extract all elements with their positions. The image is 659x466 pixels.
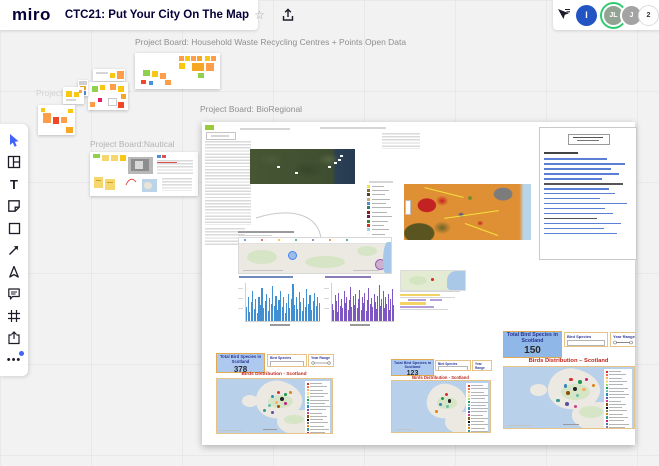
connection-line-tool[interactable] [0, 239, 28, 261]
links-document[interactable] [539, 127, 637, 260]
year-range-filter[interactable]: Year Range [472, 360, 492, 371]
templates-tool[interactable] [0, 151, 28, 173]
mini-board-5[interactable] [38, 105, 75, 135]
board-bioregional[interactable]: Total Bird Species in Scotland 378 Bird … [202, 122, 637, 445]
collaborator-cursors-icon[interactable] [556, 8, 571, 22]
doodle-arrow [125, 178, 137, 186]
mini-board-nautical[interactable] [90, 152, 198, 196]
link-lines [540, 158, 636, 238]
species-filter[interactable]: Bird Species [267, 354, 307, 367]
miro-logo[interactable]: miro [12, 5, 51, 25]
scotland-map-378[interactable] [216, 378, 333, 434]
scotland-map-150[interactable] [503, 366, 635, 429]
avatar-user-1[interactable]: I [576, 4, 597, 26]
more-tools[interactable]: ••• [0, 349, 28, 371]
pen-icon [9, 265, 19, 278]
select-tool[interactable] [0, 129, 28, 151]
frame-icon [8, 310, 20, 322]
year-range-filter[interactable]: Year Range [308, 354, 334, 367]
text-icon: T [10, 176, 18, 192]
mini-board-1[interactable] [93, 69, 125, 81]
map-title: Birds Distribution – Scotland [528, 358, 609, 364]
text-tool[interactable]: T [0, 173, 28, 195]
upload-tool[interactable] [0, 327, 28, 349]
tag-box [206, 132, 236, 140]
export-icon [282, 8, 294, 21]
export-button[interactable] [281, 8, 295, 22]
dashboard-header: Total Bird Species in Scotland [507, 332, 558, 344]
shape-tool[interactable] [0, 217, 28, 239]
templates-icon [7, 155, 21, 169]
comment-icon [8, 288, 20, 300]
google-map-image[interactable] [238, 237, 392, 274]
mini-board-4[interactable] [63, 87, 84, 104]
dashboard-header: Total Bird Species in Scotland [393, 361, 432, 370]
arrow-icon [9, 246, 18, 255]
sticky-note-icon [8, 200, 20, 212]
pen-tool[interactable] [0, 261, 28, 283]
upload-icon [8, 331, 20, 345]
year-range-filter[interactable]: Year Range [610, 332, 636, 347]
text-block [382, 133, 420, 149]
frame-tool[interactable] [0, 305, 28, 327]
top-bar: miro CTC21: Put Your City On The Map ☆ [0, 0, 294, 30]
cursor-icon [10, 133, 19, 147]
sticky-note-tool[interactable] [0, 195, 28, 217]
frame-label-bioregional[interactable]: Project Board: BioRegional [200, 104, 302, 114]
map-title: Birds Distribution - Scotland [241, 372, 307, 377]
bird-dashboard-150[interactable]: Total Bird Species in Scotland 150 Bird … [502, 330, 636, 429]
species-filter[interactable]: Bird Species [564, 332, 608, 347]
bird-dashboard-123[interactable]: Total Bird Species in Scotland 123 Bird … [390, 358, 492, 433]
photo-thumbnail [128, 157, 153, 174]
mini-board-household[interactable] [135, 53, 220, 89]
mini-board-2[interactable] [88, 82, 128, 110]
satellite-map-image[interactable] [250, 149, 355, 184]
notification-dot [19, 351, 24, 356]
favorite-star-icon[interactable]: ☆ [254, 8, 265, 22]
miro-canvas[interactable]: Project Board: Household Waste Recycling… [0, 0, 659, 466]
dashboard-header: Total Bird Species in Scotland [219, 354, 262, 364]
presence-overflow-count[interactable]: 2 [638, 4, 659, 26]
presence-bar: I JL J 2 [553, 0, 659, 30]
square-shape-icon [8, 222, 20, 234]
species-count: 150 [524, 344, 541, 356]
purple-bar-chart[interactable] [324, 276, 396, 326]
bird-dashboard-378[interactable]: Total Bird Species in Scotland 378 Bird … [215, 352, 334, 434]
scotland-map-123[interactable] [391, 380, 491, 433]
bird-legend [305, 381, 330, 433]
board-title[interactable]: CTC21: Put Your City On The Map [65, 9, 249, 21]
blue-bar-chart[interactable] [238, 276, 320, 326]
frame-label-nautical[interactable]: Project Board:Nautical [90, 139, 175, 149]
ellipsis-icon: ••• [6, 354, 22, 366]
soil-legend [367, 181, 399, 235]
mini-map [142, 179, 157, 192]
map-data-panel[interactable] [400, 270, 466, 312]
comment-tool[interactable] [0, 283, 28, 305]
creation-toolbar: T ••• [0, 124, 28, 376]
landuse-map-image[interactable] [404, 184, 531, 240]
bird-legend [466, 383, 488, 432]
bird-legend [604, 369, 632, 428]
frame-label-household[interactable]: Project Board: Household Waste Recycling… [135, 37, 406, 47]
species-filter[interactable]: Bird Species [435, 360, 471, 371]
